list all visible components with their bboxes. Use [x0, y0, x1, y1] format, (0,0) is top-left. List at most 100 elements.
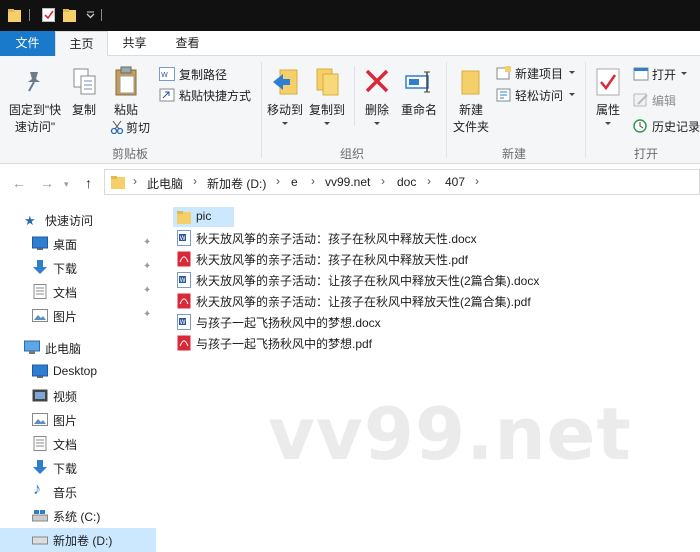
open-label: 打开	[652, 68, 677, 82]
list-item[interactable]: 秋天放风筝的亲子活动：让孩子在秋风中释放天性(2篇合集).pdf	[173, 291, 553, 311]
history-button[interactable]: 历史记录	[631, 118, 700, 134]
word-doc-icon: W	[177, 314, 191, 330]
breadcrumb-drive-d[interactable]: 新加卷 (D:)	[207, 175, 266, 192]
nav-documents-label: 文档	[53, 286, 78, 300]
breadcrumb-this-pc[interactable]: 此电脑	[147, 175, 183, 192]
copy-to-icon	[316, 68, 339, 96]
breadcrumb-separator: ›	[193, 174, 197, 188]
copy-to-button[interactable]: 复制到	[306, 60, 348, 130]
nav-pc-desktop[interactable]: Desktop	[0, 360, 156, 384]
properties-icon	[596, 68, 620, 96]
nav-drive-d[interactable]: 新加卷 (D:)	[0, 528, 156, 552]
folder-icon	[111, 176, 125, 189]
nav-pc-downloads[interactable]: 下载	[0, 456, 156, 480]
address-bar[interactable]: › 此电脑 › 新加卷 (D:) › e › vv99.net › doc › …	[104, 169, 700, 195]
copy-path-icon: W	[159, 67, 175, 81]
delete-button[interactable]: 删除	[358, 60, 396, 130]
svg-text:W: W	[180, 319, 186, 326]
easy-access-button[interactable]: 轻松访问	[494, 87, 580, 103]
nav-this-pc[interactable]: 此电脑	[0, 336, 156, 360]
nav-videos[interactable]: 视频	[0, 384, 156, 408]
list-item[interactable]: W 与孩子一起飞扬秋风中的梦想.docx	[173, 312, 393, 332]
nav-pictures[interactable]: 图片 ✦	[0, 304, 156, 328]
folder-icon[interactable]	[8, 8, 21, 22]
file-name: 秋天放风筝的亲子活动：让孩子在秋风中释放天性(2篇合集).pdf	[196, 295, 531, 309]
copy-icon	[73, 68, 96, 95]
new-folder-icon[interactable]	[63, 8, 76, 22]
nav-music[interactable]: ♪ 音乐	[0, 480, 156, 504]
group-separator	[446, 62, 447, 158]
nav-drive-c[interactable]: 系统 (C:)	[0, 504, 156, 528]
paste-shortcut-label: 粘贴快捷方式	[179, 89, 252, 103]
nav-downloads[interactable]: 下载 ✦	[0, 256, 156, 280]
tab-share[interactable]: 共享	[108, 31, 161, 56]
cut-button[interactable]: 剪切	[108, 119, 158, 135]
pictures-icon	[32, 413, 48, 426]
desktop-icon	[32, 236, 48, 250]
svg-text:W: W	[180, 277, 186, 284]
nav-pc-pictures[interactable]: 图片	[0, 408, 156, 432]
nav-quick-access-label: 快速访问	[45, 214, 94, 228]
download-icon	[33, 460, 47, 474]
chevron-down-icon	[681, 72, 687, 75]
paste-label: 粘贴	[113, 103, 138, 117]
new-folder-button[interactable]: 新建 文件夹	[449, 60, 493, 140]
easy-access-label: 轻松访问	[515, 89, 564, 103]
pin-quick-access-button[interactable]: 固定到"快 速访问"	[2, 60, 64, 140]
paste-icon	[115, 66, 137, 96]
nav-desktop[interactable]: 桌面 ✦	[0, 232, 156, 256]
word-doc-icon: W	[177, 230, 191, 246]
pin-icon	[28, 72, 40, 92]
documents-icon	[33, 436, 47, 451]
group-separator	[261, 62, 262, 158]
open-icon	[633, 67, 649, 81]
back-arrow-icon[interactable]: ←	[12, 175, 26, 191]
navigation-pane: ★ 快速访问 桌面 ✦ 下载 ✦ 文档 ✦ 图片 ✦ 此电脑 Desktop 视…	[0, 200, 156, 552]
move-to-button[interactable]: 移动到	[264, 60, 306, 130]
breadcrumb-407[interactable]: 407	[445, 175, 465, 189]
paste-button[interactable]: 粘贴	[106, 60, 146, 120]
desktop-icon	[32, 364, 48, 378]
nav-documents[interactable]: 文档 ✦	[0, 280, 156, 304]
videos-icon	[32, 389, 48, 402]
nav-quick-access[interactable]: ★ 快速访问	[0, 208, 156, 232]
new-item-label: 新建项目	[515, 67, 564, 81]
delete-icon	[365, 69, 389, 93]
word-doc-icon: W	[177, 272, 191, 288]
tab-file[interactable]: 文件	[0, 31, 55, 56]
rename-button[interactable]: 重命名	[398, 60, 440, 120]
list-item[interactable]: W 秋天放风筝的亲子活动：孩子在秋风中释放天性.docx	[173, 228, 513, 248]
new-item-icon	[496, 66, 511, 80]
svg-text:W: W	[180, 235, 186, 242]
properties-icon[interactable]	[42, 8, 55, 22]
documents-icon	[33, 284, 47, 299]
customize-qa-icon[interactable]	[84, 8, 97, 22]
group-label-clipboard: 剪贴板	[111, 147, 148, 161]
recent-locations-chevron-icon[interactable]: ▾	[64, 179, 69, 190]
breadcrumb-vv99[interactable]: vv99.net	[325, 175, 370, 189]
copy-button[interactable]: 复制	[66, 60, 102, 120]
file-name: 与孩子一起飞扬秋风中的梦想.docx	[196, 316, 381, 330]
new-item-button[interactable]: 新建项目	[494, 65, 580, 81]
chevron-down-icon	[374, 122, 380, 125]
tab-home[interactable]: 主页	[55, 31, 108, 57]
list-item[interactable]: pic	[173, 207, 234, 227]
open-button[interactable]: 打开	[631, 66, 700, 82]
nav-pc-documents[interactable]: 文档	[0, 432, 156, 456]
chevron-down-icon	[324, 122, 330, 125]
paste-shortcut-button[interactable]: 粘贴快捷方式	[157, 87, 257, 103]
forward-arrow-icon[interactable]: →	[40, 175, 54, 191]
up-arrow-icon[interactable]: ↑	[85, 175, 92, 191]
list-item[interactable]: 与孩子一起飞扬秋风中的梦想.pdf	[173, 333, 393, 353]
edit-button[interactable]: 编辑	[631, 92, 700, 108]
copy-path-button[interactable]: W 复制路径	[157, 66, 257, 82]
move-to-label: 移动到	[266, 103, 303, 117]
list-item[interactable]: W 秋天放风筝的亲子活动：让孩子在秋风中释放天性(2篇合集).docx	[173, 270, 553, 290]
breadcrumb-doc[interactable]: doc	[397, 175, 416, 189]
tab-view[interactable]: 查看	[161, 31, 214, 56]
nav-downloads-label: 下载	[53, 262, 78, 276]
properties-button[interactable]: 属性	[589, 60, 627, 130]
breadcrumb-e[interactable]: e	[291, 175, 298, 189]
list-item[interactable]: 秋天放风筝的亲子活动：孩子在秋风中释放天性.pdf	[173, 249, 513, 269]
folder-icon	[177, 211, 191, 224]
